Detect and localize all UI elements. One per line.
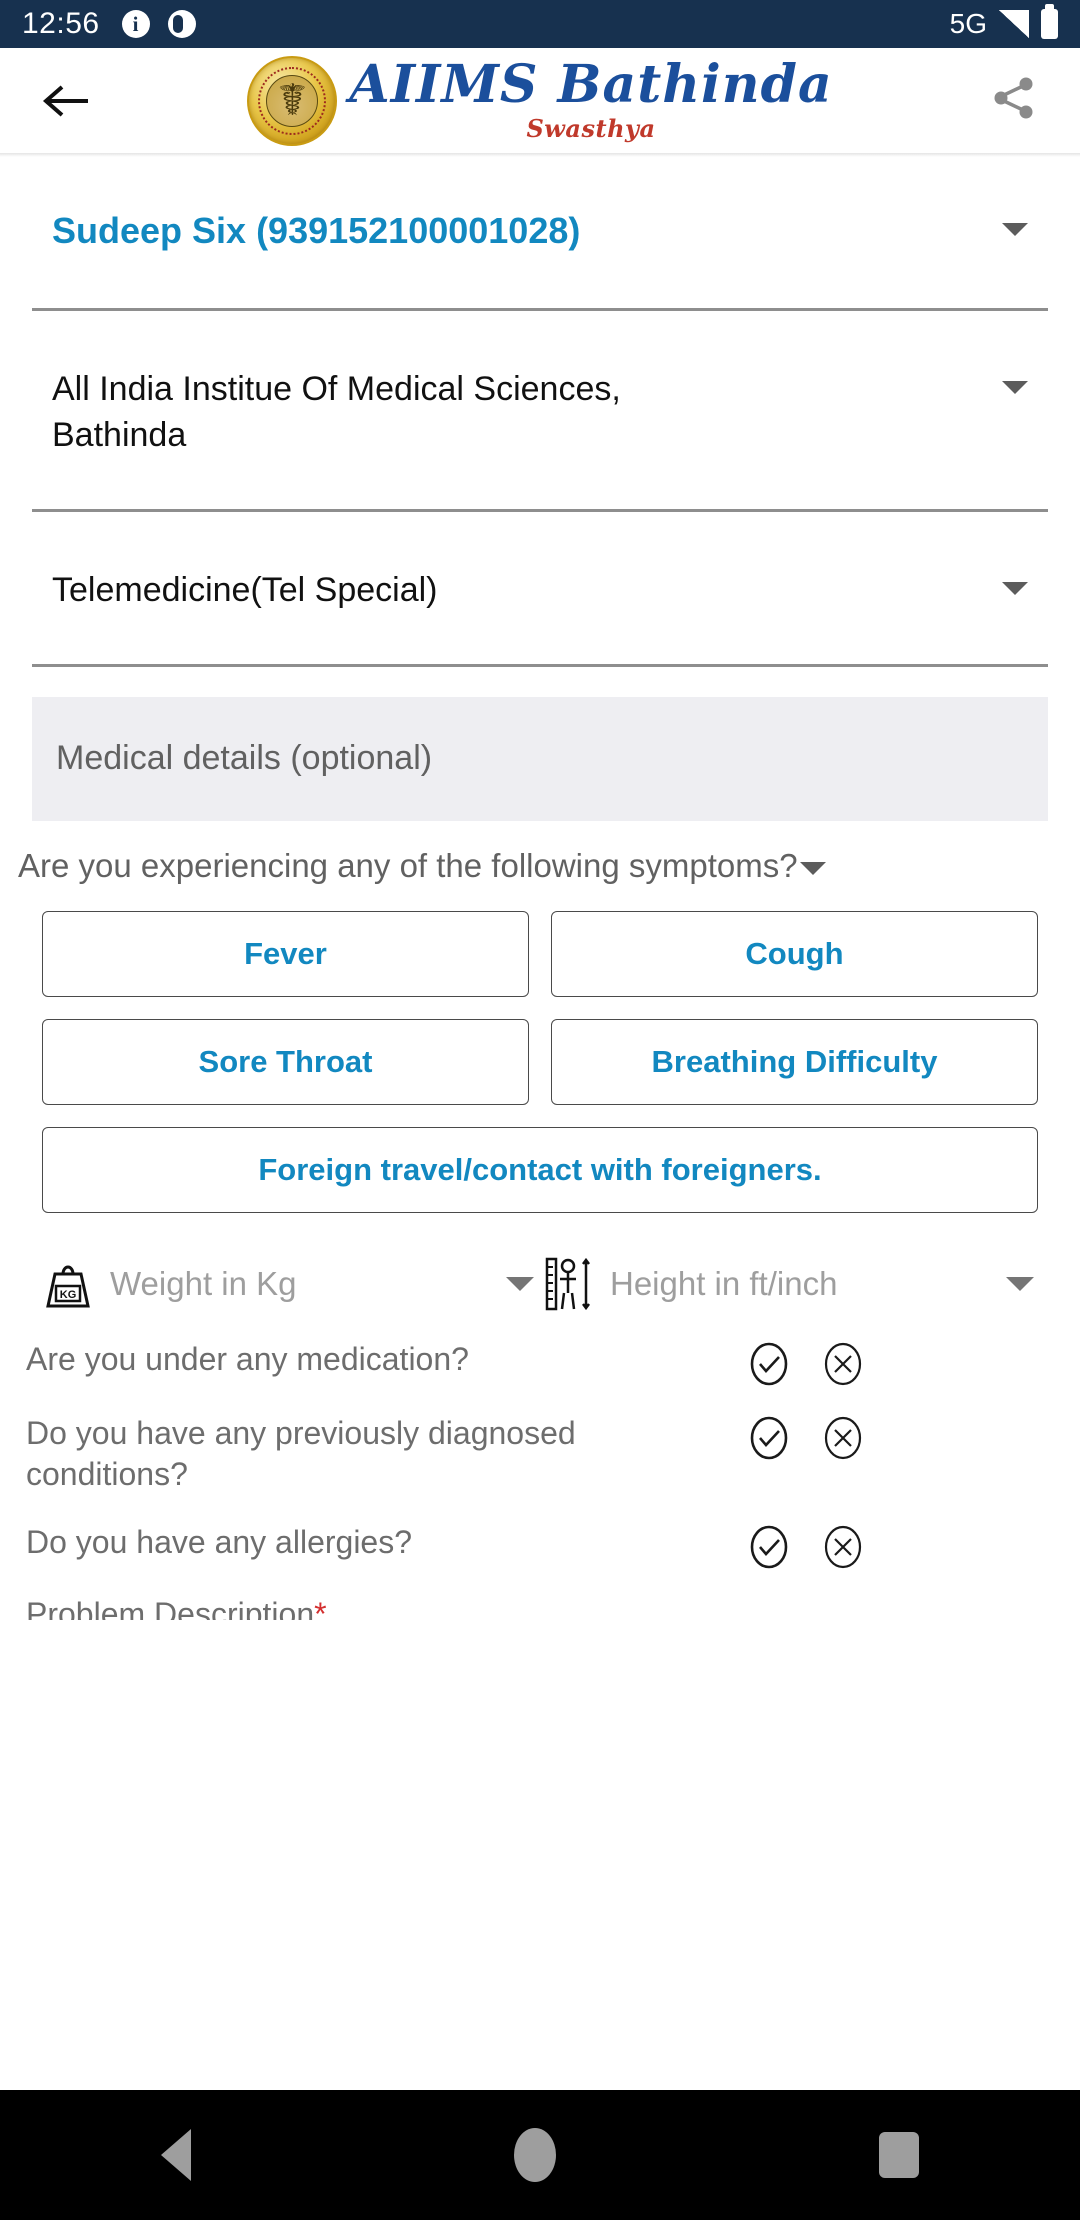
check-circle-icon[interactable] — [746, 1524, 792, 1570]
symptoms-question-label: Are you experiencing any of the followin… — [18, 846, 798, 884]
weight-select[interactable]: KG Weight in Kg — [40, 1255, 540, 1313]
question-label: Are you under any medication? — [26, 1340, 469, 1377]
chevron-down-icon — [1002, 581, 1028, 595]
symptom-chip-foreign-travel[interactable]: Foreign travel/contact with foreigners. — [42, 1126, 1038, 1213]
patient-select-row[interactable]: Sudeep Six (939152100001028) — [32, 209, 1048, 252]
hospital-select-value: All India Institue Of Medical Sciences, … — [52, 370, 621, 455]
question-answer-actions — [746, 1522, 866, 1570]
question-answer-actions — [746, 1339, 866, 1387]
battery-icon — [1041, 4, 1058, 39]
nav-back-icon[interactable] — [161, 2129, 192, 2181]
required-asterisk: * — [314, 1596, 327, 1621]
department-select-row[interactable]: Telemedicine(Tel Special) — [32, 568, 1048, 614]
weight-kg-icon: KG — [40, 1255, 96, 1313]
symptom-chip-cough[interactable]: Cough — [551, 910, 1038, 997]
aiims-emblem-icon: ☤ — [247, 55, 338, 146]
nav-home-icon[interactable] — [513, 2128, 556, 2182]
problem-description-label: Problem Description — [26, 1596, 315, 1621]
share-icon — [991, 75, 1037, 126]
status-bar-notification-icons: i — [121, 10, 196, 38]
hospital-select[interactable]: All India Institue Of Medical Sciences, … — [32, 311, 1048, 512]
brand-subtitle: Swasthya — [526, 113, 656, 143]
brand-title: AIIMS Bathinda — [349, 54, 833, 116]
brand-logo: ☤ AIIMS Bathinda Swasthya — [98, 55, 982, 146]
weight-height-row: KG Weight in Kg Height in ft/inch — [40, 1255, 1040, 1313]
svg-text:KG: KG — [60, 1289, 77, 1301]
chevron-down-icon — [1002, 223, 1028, 236]
signal-icon — [999, 10, 1029, 38]
symptom-chip-sore-throat[interactable]: Sore Throat — [42, 1018, 529, 1105]
problem-description-label-clipped: Problem Description* — [26, 1596, 1054, 1620]
hospital-select-row[interactable]: All India Institue Of Medical Sciences, … — [32, 367, 1048, 459]
symptoms-question-row[interactable]: Are you experiencing any of the followin… — [18, 847, 1062, 885]
question-answer-actions — [746, 1413, 866, 1461]
app-badge-icon — [167, 10, 196, 38]
question-label: Do you have any allergies? — [26, 1524, 413, 1561]
info-icon: i — [121, 10, 150, 38]
status-bar: 12:56 i 5G — [0, 0, 1080, 48]
height-select[interactable]: Height in ft/inch — [540, 1255, 1040, 1313]
form-content: Sudeep Six (939152100001028) All India I… — [0, 153, 1080, 1620]
question-row-allergies: Do you have any allergies? — [26, 1522, 1054, 1570]
department-select[interactable]: Telemedicine(Tel Special) — [32, 512, 1048, 667]
symptom-chip-grid: Fever Cough Sore Throat Breathing Diffic… — [42, 910, 1038, 1213]
app-bar: ☤ AIIMS Bathinda Swasthya — [0, 48, 1080, 157]
check-circle-icon[interactable] — [746, 1341, 792, 1387]
question-row-diagnosed-conditions: Do you have any previously diagnosed con… — [26, 1413, 1054, 1496]
caduceus-glyph: ☤ — [277, 75, 308, 125]
symptom-chip-fever[interactable]: Fever — [42, 910, 529, 997]
share-button[interactable] — [982, 69, 1046, 133]
android-nav-bar — [0, 2090, 1080, 2220]
height-placeholder: Height in ft/inch — [610, 1264, 838, 1302]
phone-screen: 12:56 i 5G ☤ AIIMS Bathinda Swasthya Sud… — [0, 0, 1080, 2220]
medical-details-banner: Medical details (optional) — [32, 696, 1048, 821]
cross-circle-icon[interactable] — [820, 1524, 866, 1570]
medical-details-banner-label: Medical details (optional) — [56, 739, 433, 778]
cross-circle-icon[interactable] — [820, 1415, 866, 1461]
weight-placeholder: Weight in Kg — [110, 1264, 297, 1302]
department-select-underline — [32, 663, 1048, 667]
chevron-down-icon — [1006, 1276, 1034, 1291]
brand-text-block: AIIMS Bathinda Swasthya — [349, 58, 832, 142]
status-bar-clock: 12:56 — [22, 7, 100, 40]
question-label: Do you have any previously diagnosed con… — [26, 1414, 576, 1493]
department-select-value: Telemedicine(Tel Special) — [52, 570, 438, 609]
status-bar-system-icons: 5G — [949, 4, 1058, 40]
check-circle-icon[interactable] — [746, 1415, 792, 1461]
patient-select-value: Sudeep Six (939152100001028) — [52, 210, 581, 251]
height-ruler-icon — [540, 1255, 596, 1313]
cross-circle-icon[interactable] — [820, 1341, 866, 1387]
chevron-down-icon — [799, 862, 826, 876]
patient-select[interactable]: Sudeep Six (939152100001028) — [32, 153, 1048, 312]
network-type-label: 5G — [949, 8, 987, 39]
chevron-down-icon — [1002, 381, 1028, 395]
back-button[interactable] — [34, 69, 98, 133]
question-row-medication: Are you under any medication? — [26, 1339, 1054, 1387]
back-arrow-icon — [42, 81, 90, 121]
nav-recents-icon[interactable] — [878, 2132, 919, 2178]
chevron-down-icon — [506, 1276, 534, 1291]
symptom-chip-breathing-difficulty[interactable]: Breathing Difficulty — [551, 1018, 1038, 1105]
